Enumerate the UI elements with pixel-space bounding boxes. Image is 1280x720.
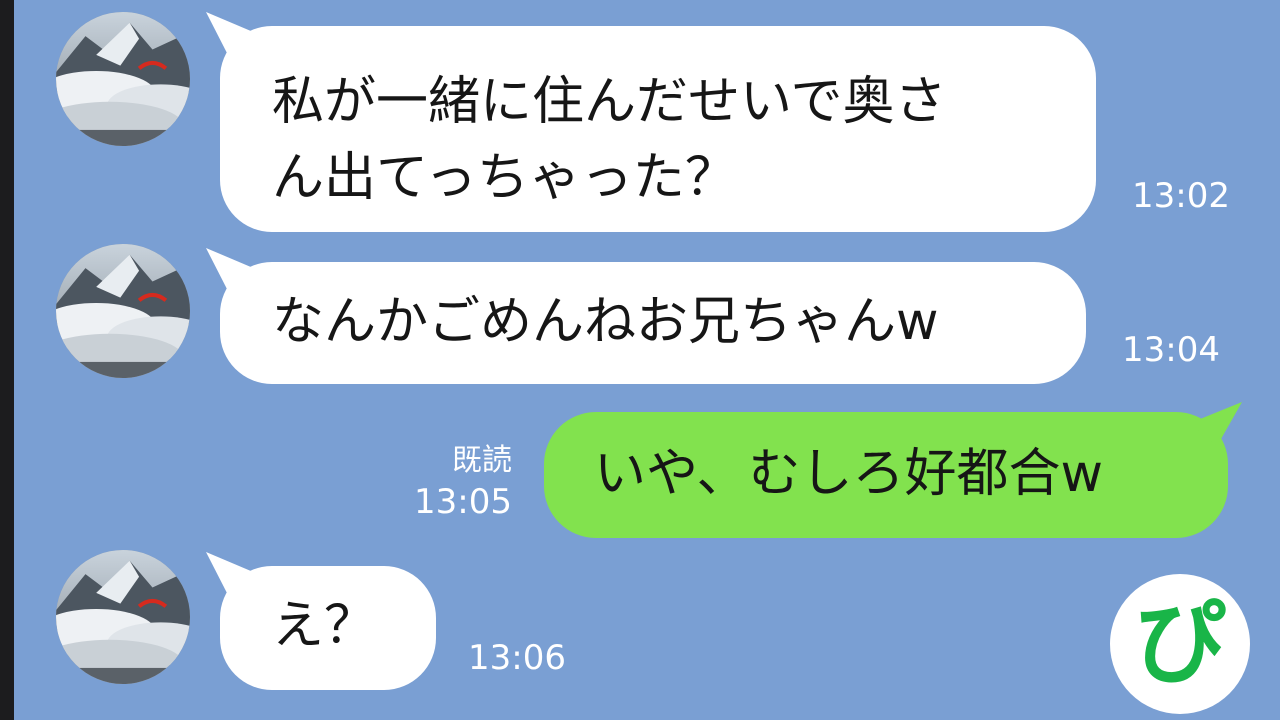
message-text: なんかごめんねお兄ちゃんw (272, 292, 939, 352)
read-receipt: 既読 (452, 443, 512, 478)
contact-avatar[interactable] (56, 244, 190, 378)
message-bubble-incoming[interactable]: 私が一緒に住んだせいで奥さ ん出てっちゃった？ (220, 26, 1096, 232)
contact-avatar[interactable] (56, 12, 190, 146)
message-bubble-outgoing[interactable]: いや、むしろ好都合w (544, 412, 1228, 538)
device-frame-edge (0, 0, 14, 720)
contact-avatar[interactable] (56, 550, 190, 684)
message-status: 既読 13:05 (380, 442, 512, 524)
message-time: 13:05 (414, 482, 512, 522)
message-text: え？ (272, 596, 377, 656)
message-text: 私が一緒に住んだせいで奥さ ん出てっちゃった？ (272, 72, 947, 208)
message-time: 13:04 (1122, 330, 1220, 370)
message-text: いや、むしろ好都合w (594, 444, 1103, 504)
message-bubble-incoming[interactable]: え？ (220, 566, 436, 690)
message-time: 13:06 (468, 638, 566, 678)
channel-logo-icon: ぴ (1110, 574, 1250, 714)
logo-text: ぴ (1133, 590, 1226, 697)
message-time: 13:02 (1132, 176, 1230, 216)
message-bubble-incoming[interactable]: なんかごめんねお兄ちゃんw (220, 262, 1086, 384)
